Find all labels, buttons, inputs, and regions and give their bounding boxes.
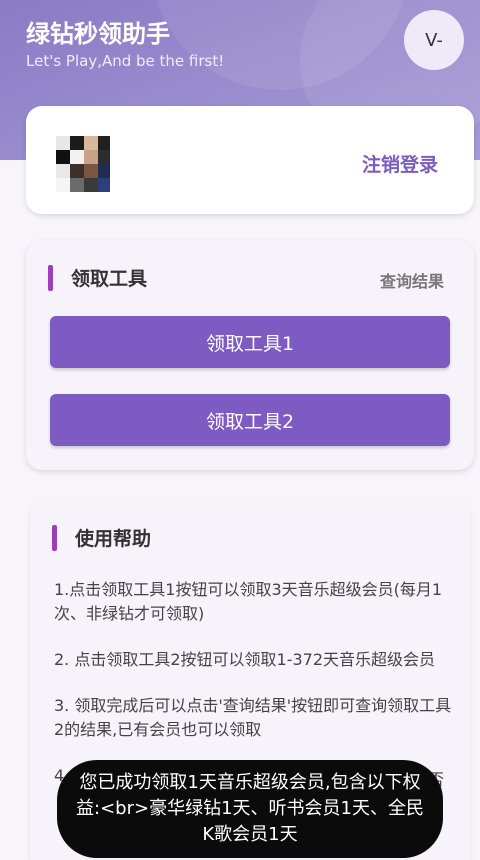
help-item-3: 3. 领取完成后可以点击'查询结果'按钮即可查询领取工具2的结果,已有会员也可以… — [54, 696, 452, 739]
app-subtitle: Let's Play,And be the first! — [26, 52, 225, 70]
user-card: 注销登录 — [26, 106, 474, 214]
tools-card: 领取工具 查询结果 领取工具1 领取工具2 — [26, 240, 474, 470]
help-section-header: 使用帮助 — [52, 524, 151, 551]
query-results-link[interactable]: 查询结果 — [380, 268, 444, 292]
tools-section-title: 领取工具 — [71, 268, 148, 290]
claim-tool-1-button[interactable]: 领取工具1 — [50, 316, 450, 368]
help-item-1: 1.点击领取工具1按钮可以领取3天音乐超级会员(每月1次、非绿钻才可领取) — [54, 580, 443, 623]
section-marker — [52, 524, 57, 551]
help-section-title: 使用帮助 — [75, 528, 152, 550]
version-badge[interactable]: V- — [404, 10, 464, 70]
avatar — [56, 136, 110, 192]
app-title: 绿钻秒领助手 — [26, 20, 170, 48]
logout-button[interactable]: 注销登录 — [362, 150, 438, 177]
claim-tool-2-button[interactable]: 领取工具2 — [50, 394, 450, 446]
tools-section-header: 领取工具 — [48, 264, 147, 291]
section-marker — [48, 264, 53, 291]
help-item-2: 2. 点击领取工具2按钮可以领取1-372天音乐超级会员 — [54, 650, 436, 669]
toast-notification: 您已成功领取1天音乐超级会员,包含以下权益:<br>豪华绿钻1天、听书会员1天、… — [57, 760, 443, 858]
